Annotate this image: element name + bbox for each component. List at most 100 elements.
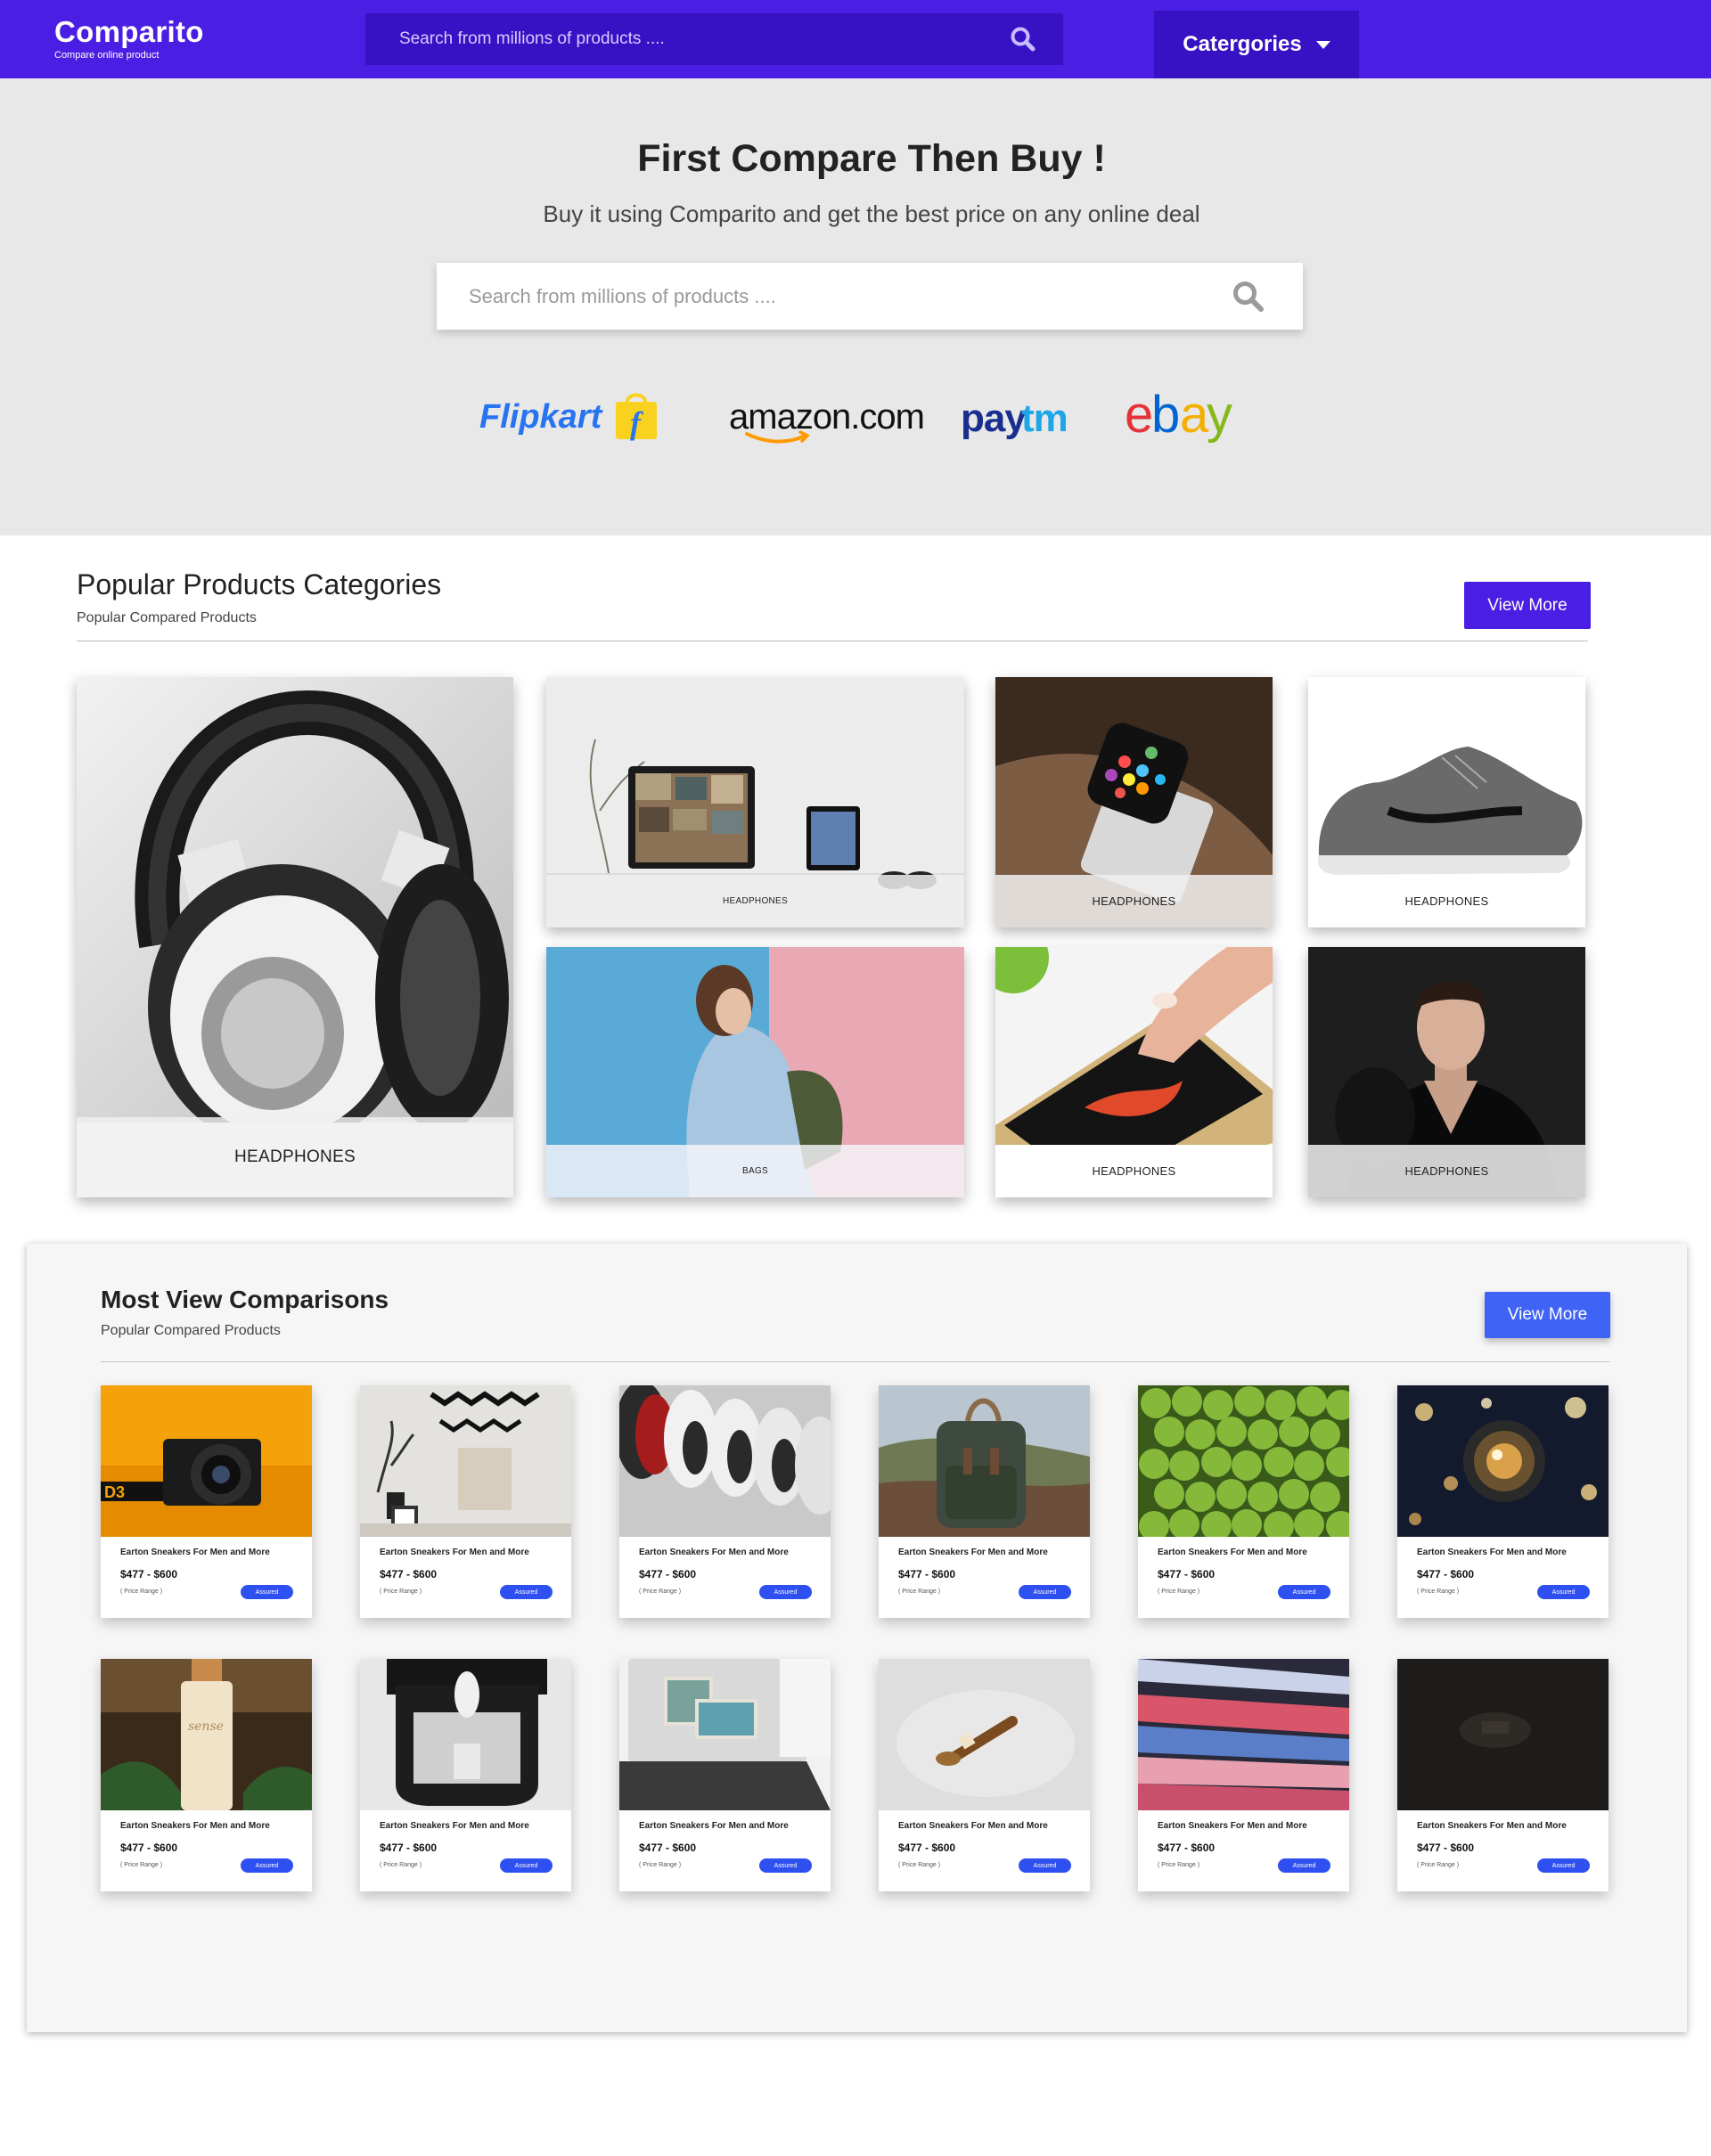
product-card[interactable]: sense Earton Sneakers For Men and More $… <box>101 1659 312 1891</box>
assured-badge[interactable]: Assured <box>1278 1585 1330 1599</box>
card-range-note: ( Price Range ) <box>120 1588 163 1595</box>
tile-caption: HEADPHONES <box>1308 875 1585 927</box>
ebay-logo[interactable]: e b a y ebay <box>1125 386 1240 448</box>
card-title: Earton Sneakers For Men and More <box>120 1548 270 1557</box>
assured-badge[interactable]: Assured <box>1019 1858 1071 1873</box>
search-icon[interactable] <box>1232 280 1265 314</box>
product-card[interactable]: Earton Sneakers For Men and More $477 - … <box>360 1385 571 1618</box>
category-tile[interactable]: HEADPHONES <box>995 947 1273 1197</box>
product-card[interactable]: D3 Earton Sneakers For Men and More $477… <box>101 1385 312 1618</box>
nav-search-bar <box>365 13 1063 65</box>
card-title: Earton Sneakers For Men and More <box>1417 1548 1567 1557</box>
product-card[interactable]: Earton Sneakers For Men and More $477 - … <box>1397 1385 1609 1618</box>
product-card[interactable]: Earton Sneakers For Men and More $477 - … <box>1138 1659 1349 1891</box>
svg-text:tm: tm <box>1021 396 1068 440</box>
product-card[interactable]: Earton Sneakers For Men and More $477 - … <box>619 1659 831 1891</box>
card-price: $477 - $600 <box>380 1842 438 1854</box>
category-tile[interactable]: HEADPHONES <box>1308 677 1585 927</box>
top-navbar: Comparito Compare online product Catergo… <box>0 0 1711 78</box>
assured-badge[interactable]: Assured <box>241 1585 293 1599</box>
svg-text:pay: pay <box>961 396 1027 440</box>
card-price: $477 - $600 <box>1417 1842 1475 1854</box>
product-card[interactable]: Earton Sneakers For Men and More $477 - … <box>360 1659 571 1891</box>
camera-image: D3 <box>101 1385 312 1537</box>
popular-title: Popular Products Categories <box>77 568 442 600</box>
svg-text:y: y <box>1207 386 1232 444</box>
bottle-image: sense <box>101 1659 312 1810</box>
assured-badge[interactable]: Assured <box>1537 1585 1590 1599</box>
shoe-shelf-image <box>1138 1659 1349 1810</box>
card-price: $477 - $600 <box>898 1568 956 1580</box>
hero-section: First Compare Then Buy ! Buy it using Co… <box>0 78 1711 535</box>
product-card[interactable]: Earton Sneakers For Men and More $477 - … <box>1138 1385 1349 1618</box>
assured-badge[interactable]: Assured <box>1278 1858 1330 1873</box>
category-tile[interactable]: HEADPHONES <box>1308 947 1585 1197</box>
most-viewed-divider <box>101 1361 1610 1362</box>
svg-text:a: a <box>1180 386 1209 444</box>
amazon-logo[interactable]: amazon.com <box>729 386 925 448</box>
hero-search-bar <box>437 263 1303 330</box>
tile-caption: HEADPHONES <box>77 1117 513 1197</box>
hero-subtitle: Buy it using Comparito and get the best … <box>543 200 1200 227</box>
headphones-image <box>77 677 513 1123</box>
assured-badge[interactable]: Assured <box>759 1858 812 1873</box>
paytm-logo-graphic: pay tm <box>961 396 1068 440</box>
card-range-note: ( Price Range ) <box>898 1862 941 1868</box>
card-range-note: ( Price Range ) <box>380 1588 422 1595</box>
categories-dropdown[interactable]: Catergories <box>1154 11 1359 78</box>
pipe-image <box>879 1659 1090 1810</box>
card-price: $477 - $600 <box>639 1568 697 1580</box>
card-range-note: ( Price Range ) <box>1158 1862 1200 1868</box>
card-range-note: ( Price Range ) <box>1417 1862 1460 1868</box>
tile-caption: HEADPHONES <box>1308 1145 1585 1197</box>
hero-title: First Compare Then Buy ! <box>637 137 1106 180</box>
tile-caption: HEADPHONES <box>995 875 1273 927</box>
product-card[interactable]: Earton Sneakers For Men and More $477 - … <box>879 1385 1090 1618</box>
assured-badge[interactable]: Assured <box>759 1585 812 1599</box>
assured-badge[interactable]: Assured <box>1537 1858 1590 1873</box>
hero-search-input[interactable] <box>437 284 1203 308</box>
lens-bokeh-image <box>1397 1385 1609 1537</box>
svg-text:e: e <box>1125 386 1151 444</box>
ebay-logo-graphic: e b a y <box>1125 386 1235 444</box>
product-card[interactable]: Earton Sneakers For Men and More $477 - … <box>1397 1659 1609 1891</box>
category-tile[interactable]: HEADPHONES <box>995 677 1273 927</box>
logo-tagline: Compare online product <box>54 50 160 61</box>
tile-caption: HEADPHONES <box>546 875 964 927</box>
flipkart-logo[interactable]: Flipkart f <box>479 386 662 448</box>
assured-badge[interactable]: Assured <box>500 1858 553 1873</box>
logo[interactable]: Comparito Compare online product <box>54 17 204 61</box>
assured-badge[interactable]: Assured <box>241 1858 293 1873</box>
popular-view-more-button[interactable]: View More <box>1464 582 1591 629</box>
backpack-image <box>879 1385 1090 1537</box>
category-tile[interactable]: BAGS <box>546 947 964 1197</box>
assured-badge[interactable]: Assured <box>500 1585 553 1599</box>
card-price: $477 - $600 <box>1158 1842 1216 1854</box>
search-icon[interactable] <box>1010 26 1036 53</box>
most-viewed-view-more-button[interactable]: View More <box>1485 1292 1610 1338</box>
product-card[interactable]: Earton Sneakers For Men and More $477 - … <box>879 1659 1090 1891</box>
tile-caption: HEADPHONES <box>995 1145 1273 1197</box>
card-price: $477 - $600 <box>120 1568 178 1580</box>
categories-label: Catergories <box>1183 32 1302 56</box>
card-title: Earton Sneakers For Men and More <box>1158 1548 1307 1557</box>
card-price: $477 - $600 <box>1417 1568 1475 1580</box>
nav-search-input[interactable] <box>365 29 989 49</box>
category-tile[interactable]: HEADPHONES <box>546 677 964 927</box>
card-title: Earton Sneakers For Men and More <box>898 1548 1048 1557</box>
card-title: Earton Sneakers For Men and More <box>1158 1821 1307 1831</box>
svg-text:D3: D3 <box>104 1483 125 1501</box>
vr-headset-image <box>360 1659 571 1810</box>
card-range-note: ( Price Range ) <box>1158 1588 1200 1595</box>
card-price: $477 - $600 <box>1158 1568 1216 1580</box>
logo-name: Comparito <box>54 15 204 48</box>
assured-badge[interactable]: Assured <box>1019 1585 1071 1599</box>
card-title: Earton Sneakers For Men and More <box>380 1821 529 1831</box>
card-range-note: ( Price Range ) <box>639 1588 682 1595</box>
caret-down-icon <box>1315 40 1330 49</box>
product-card[interactable]: Earton Sneakers For Men and More $477 - … <box>619 1385 831 1618</box>
category-tile[interactable]: HEADPHONES <box>77 677 513 1197</box>
card-title: Earton Sneakers For Men and More <box>639 1548 789 1557</box>
paytm-logo[interactable]: pay tm paytm <box>961 386 1068 448</box>
card-range-note: ( Price Range ) <box>639 1862 682 1868</box>
